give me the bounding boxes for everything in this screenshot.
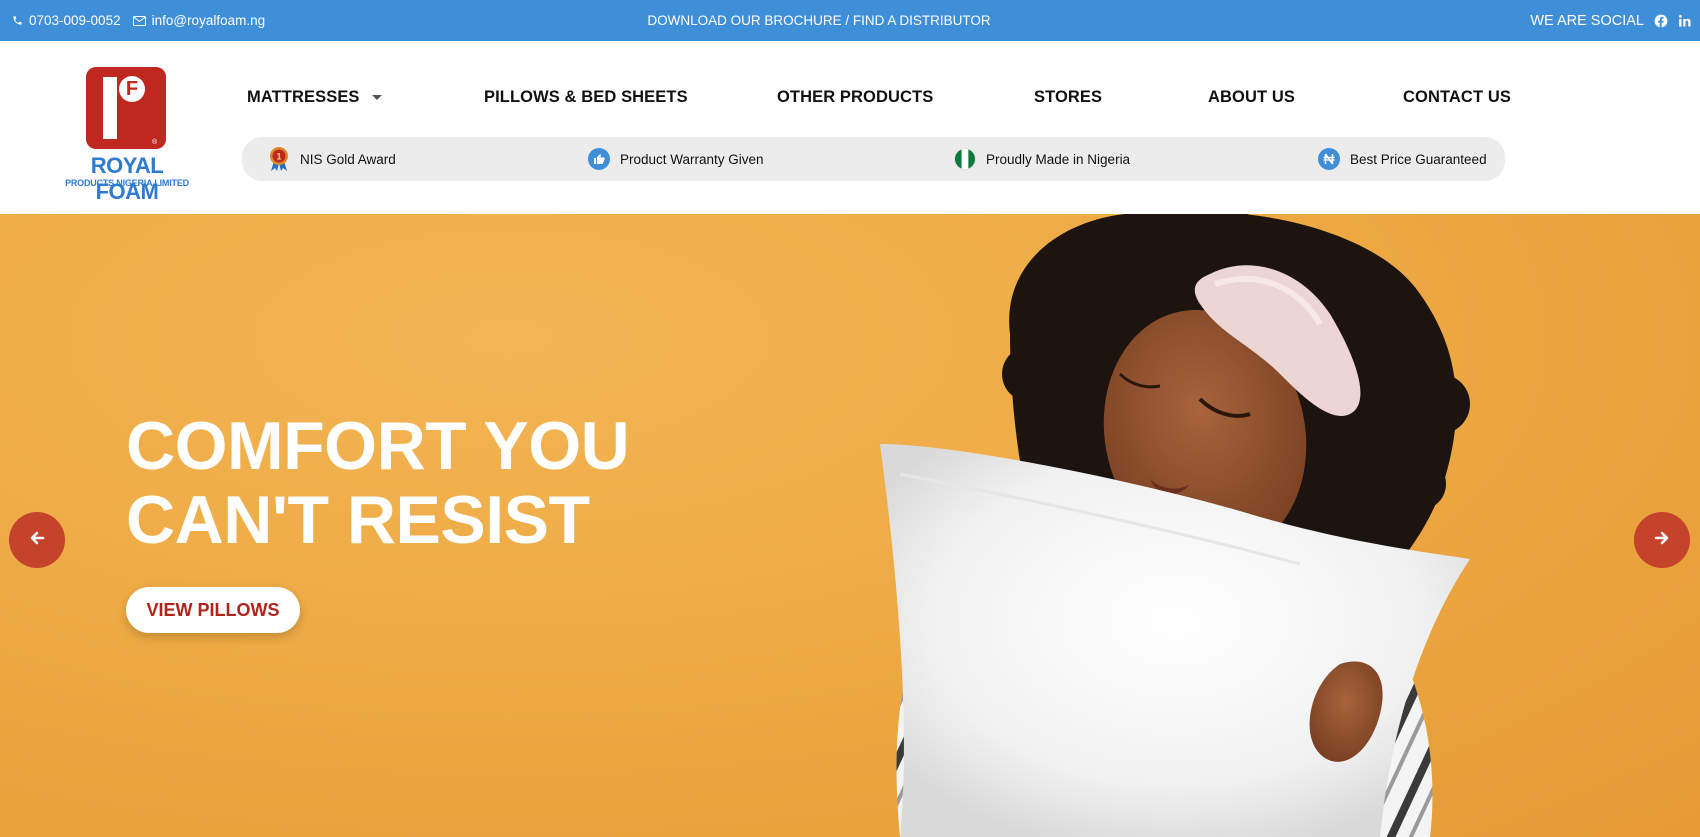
phone-link[interactable]: 0703-009-0052 — [12, 13, 121, 28]
logo-mark-letter: F — [119, 76, 145, 102]
nav-item-label: ABOUT US — [1208, 88, 1295, 106]
contact-info: 0703-009-0052 info@royalfoam.ng — [12, 0, 265, 41]
phone-number: 0703-009-0052 — [29, 13, 121, 28]
facebook-icon[interactable] — [1654, 14, 1668, 28]
arrow-left-icon — [29, 530, 45, 551]
badge-product-warranty: Product Warranty Given — [588, 137, 764, 181]
hero-headline: COMFORT YOU CAN'T RESIST — [126, 408, 630, 558]
main-nav: MATTRESSES PILLOWS & BED SHEETS OTHER PR… — [247, 88, 1511, 112]
nav-item-stores[interactable]: STORES — [1034, 88, 1102, 107]
hero-headline-line1: COMFORT YOU — [126, 408, 630, 484]
logo-mark-bar — [103, 77, 117, 139]
slider-prev-button[interactable] — [9, 512, 65, 568]
logo-mark: F ® — [86, 67, 166, 149]
logo-subtitle: PRODUCTS NIGERIA LIMITED — [65, 178, 189, 188]
badge-label: NIS Gold Award — [300, 151, 396, 167]
phone-icon — [12, 15, 23, 26]
nav-item-label: CONTACT US — [1403, 88, 1511, 106]
nav-item-mattresses[interactable]: MATTRESSES — [247, 88, 382, 107]
nav-item-label: MATTRESSES — [247, 88, 360, 106]
royal-foam-logo[interactable]: F ® ROYAL FOAM PRODUCTS NIGERIA LIMITED — [58, 67, 196, 204]
nav-item-other-products[interactable]: OTHER PRODUCTS — [777, 88, 933, 107]
slider-next-button[interactable] — [1634, 512, 1690, 568]
arrow-right-icon — [1654, 530, 1670, 551]
badge-label: Proudly Made in Nigeria — [986, 151, 1131, 167]
email-address: info@royalfoam.ng — [151, 13, 266, 28]
brochure-distributor-link[interactable]: DOWNLOAD OUR BROCHURE / FIND A DISTRIBUT… — [647, 13, 990, 28]
badge-nis-gold-award: 1 NIS Gold Award — [268, 137, 396, 181]
nav-item-pillows-bed-sheets[interactable]: PILLOWS & BED SHEETS — [484, 88, 688, 107]
nav-item-contact-us[interactable]: CONTACT US — [1403, 88, 1511, 107]
caret-down-icon — [371, 95, 382, 100]
email-link[interactable]: info@royalfoam.ng — [132, 13, 266, 28]
hero-headline-line2: CAN'T RESIST — [126, 482, 590, 558]
badge-best-price: Best Price Guaranteed — [1318, 137, 1487, 181]
linkedin-icon[interactable] — [1678, 14, 1692, 28]
site-header: F ® ROYAL FOAM PRODUCTS NIGERIA LIMITED … — [0, 41, 1700, 214]
award-medal-icon: 1 — [268, 147, 290, 171]
nav-item-about-us[interactable]: ABOUT US — [1208, 88, 1295, 107]
nav-item-label: STORES — [1034, 88, 1103, 106]
naira-icon — [1318, 148, 1340, 170]
top-bar: 0703-009-0052 info@royalfoam.ng DOWNLOAD… — [0, 0, 1700, 41]
social-label: WE ARE SOCIAL — [1530, 12, 1644, 29]
envelope-icon — [132, 15, 146, 26]
nav-item-label: OTHER PRODUCTS — [777, 88, 934, 106]
social-links: WE ARE SOCIAL — [1530, 0, 1692, 41]
badge-label: Product Warranty Given — [620, 151, 764, 167]
badge-label: Best Price Guaranteed — [1350, 151, 1487, 167]
view-pillows-button[interactable]: VIEW PILLOWS — [126, 587, 300, 633]
nav-item-label: PILLOWS & BED SHEETS — [484, 88, 688, 106]
registered-mark: ® — [152, 139, 158, 146]
badge-made-in-nigeria: Proudly Made in Nigeria — [954, 137, 1130, 181]
svg-text:1: 1 — [276, 152, 281, 162]
nigeria-flag-icon — [954, 148, 976, 170]
thumbs-up-icon — [588, 148, 610, 170]
trust-badges-bar: 1 NIS Gold Award Product Warranty Given … — [242, 137, 1505, 181]
hero-slider: COMFORT YOU CAN'T RESIST VIEW PILLOWS — [0, 214, 1700, 837]
